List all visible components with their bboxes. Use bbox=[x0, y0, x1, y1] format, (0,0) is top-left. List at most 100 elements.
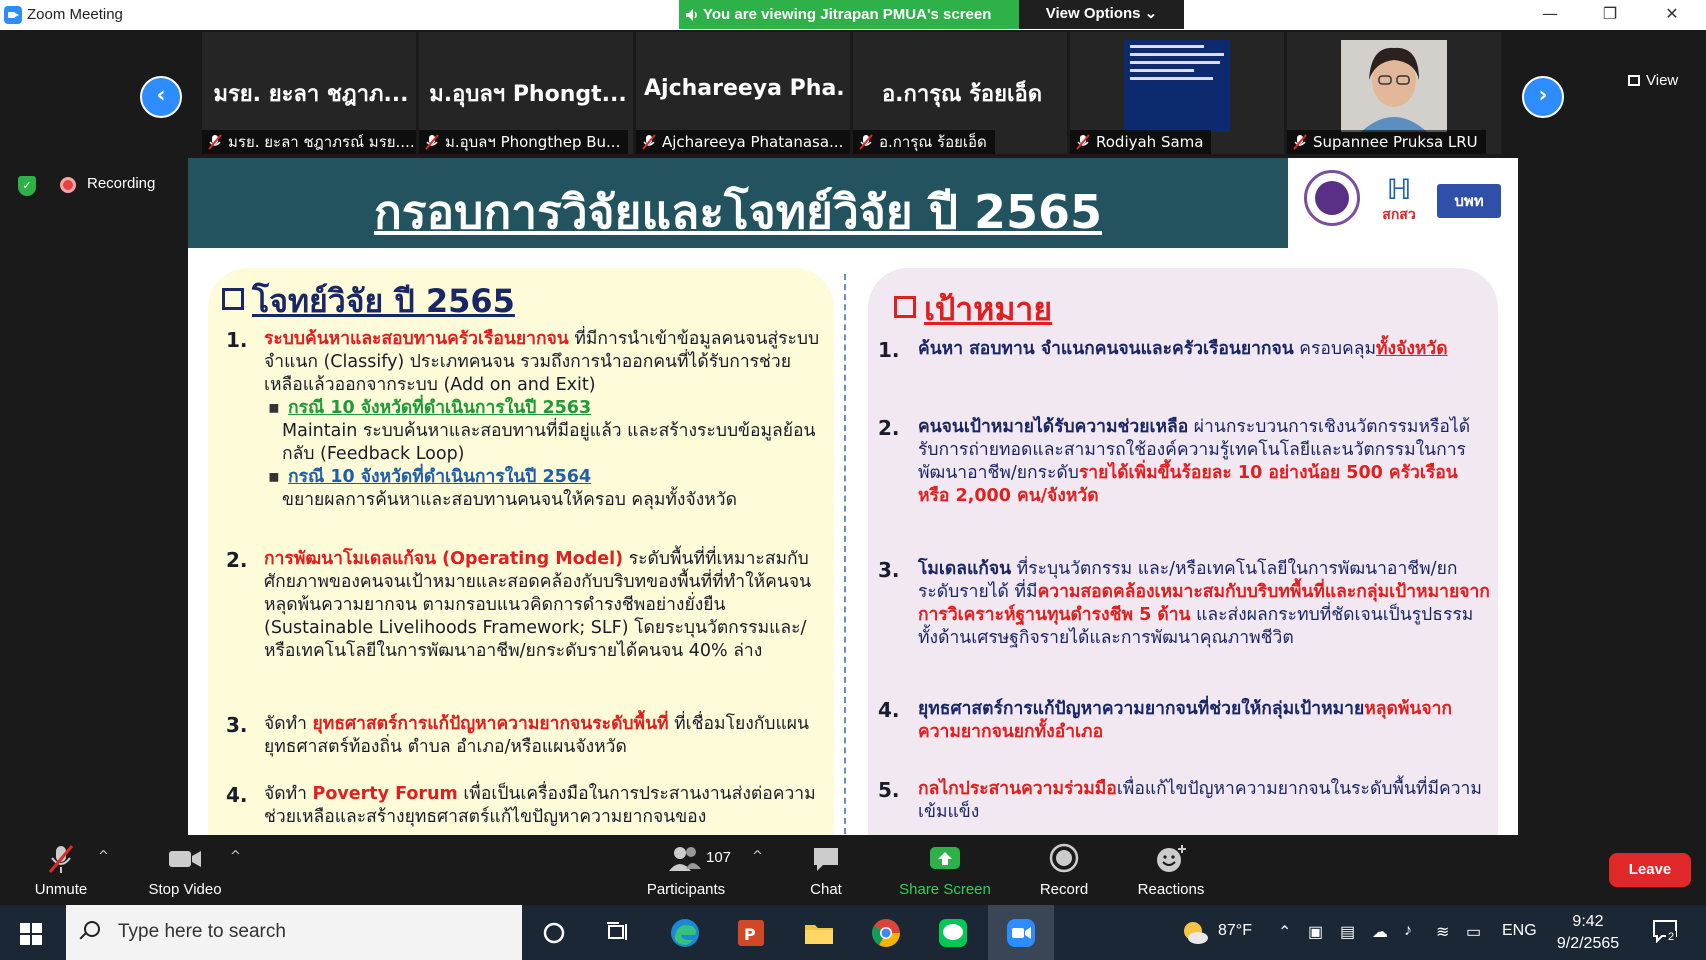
next-page-button[interactable]: › bbox=[1522, 76, 1564, 118]
unmute-button[interactable]: Unmute bbox=[28, 843, 94, 898]
record-button[interactable]: Record bbox=[1036, 843, 1092, 898]
video-camera-icon bbox=[142, 843, 228, 875]
view-options-button[interactable]: View Options ⌄ bbox=[1019, 0, 1184, 29]
search-placeholder: Type here to search bbox=[118, 921, 286, 942]
stop-video-button[interactable]: Stop Video bbox=[142, 843, 228, 898]
research-questions-heading: โจทย์วิจัย ปี 2565 bbox=[222, 276, 515, 327]
participant-tile[interactable]: Supannee Pruksa LRU bbox=[1287, 32, 1501, 154]
title-bar: Zoom Meeting You are viewing Jitrapan PM… bbox=[0, 0, 1706, 30]
powerpoint-icon[interactable]: P bbox=[734, 916, 768, 950]
notifications-icon[interactable]: 2 bbox=[1652, 919, 1678, 948]
tray-app-icon[interactable]: ▤ bbox=[1340, 922, 1355, 942]
participant-caption-text: Ajchareeya Phatanasa... bbox=[662, 133, 844, 151]
participant-tile[interactable]: มรย. ยะลา ชฎาภ... มรย. ยะลา ชฎาภรณ์ มรย.… bbox=[202, 32, 416, 154]
search-icon bbox=[84, 921, 100, 937]
leave-meeting-button[interactable]: Leave bbox=[1609, 853, 1691, 887]
participant-caption: อ.การุณ ร้อยเอ็ด bbox=[853, 130, 995, 154]
slide-title: กรอบการวิจัยและโจทย์วิจัย ปี 2565 bbox=[374, 185, 1102, 239]
windows-taskbar: Type here to search P 87°F ⌃ ▣ ▤ ☁ ♪ ≋ ▭… bbox=[0, 905, 1706, 960]
panel-divider bbox=[844, 274, 846, 834]
input-language[interactable]: ENG bbox=[1502, 922, 1537, 940]
zoom-window: Zoom Meeting You are viewing Jitrapan PM… bbox=[0, 0, 1706, 960]
zoom-taskbar-button[interactable] bbox=[988, 905, 1054, 960]
participant-tile[interactable]: Ajchareeya Pha... Ajchareeya Phatanasa..… bbox=[636, 32, 850, 154]
participant-caption: ม.อุบลฯ Phongthep Bu... bbox=[419, 130, 629, 154]
participant-caption: Supannee Pruksa LRU bbox=[1287, 130, 1486, 154]
tray-overflow-chevron-icon[interactable]: ⌃ bbox=[1278, 922, 1291, 942]
volume-icon[interactable]: ♪ bbox=[1404, 922, 1412, 940]
edge-browser-icon[interactable] bbox=[668, 916, 702, 950]
wifi-icon[interactable]: ≋ bbox=[1436, 922, 1449, 942]
close-button[interactable]: ✕ bbox=[1642, 0, 1702, 30]
tsri-logo: ℍ สกสว bbox=[1378, 173, 1420, 226]
viewing-banner-text: You are viewing Jitrapan PMUA's screen bbox=[703, 6, 992, 23]
participants-icon: 107 bbox=[636, 843, 736, 875]
speaker-icon bbox=[686, 9, 697, 21]
participant-caption-text: อ.การุณ ร้อยเอ็ด bbox=[879, 133, 987, 151]
taskbar-search-box[interactable]: Type here to search bbox=[66, 905, 522, 960]
window-title: Zoom Meeting bbox=[27, 6, 123, 23]
chrome-icon[interactable] bbox=[869, 916, 903, 950]
slide-header: กรอบการวิจัยและโจทย์วิจัย ปี 2565 bbox=[188, 158, 1288, 248]
view-layout-button[interactable]: View bbox=[1628, 72, 1678, 89]
file-explorer-icon[interactable] bbox=[802, 916, 836, 950]
participant-tile[interactable]: อ.การุณ ร้อยเอ็ด อ.การุณ ร้อยเอ็ด bbox=[853, 32, 1067, 154]
previous-page-button[interactable]: ‹ bbox=[140, 76, 182, 118]
cortana-icon[interactable] bbox=[537, 916, 571, 950]
smiley-plus-icon bbox=[1134, 843, 1208, 875]
participants-button[interactable]: 107 Participants bbox=[636, 843, 736, 898]
participant-name: ม.อุบลฯ Phongt... bbox=[429, 82, 627, 107]
encryption-shield-icon[interactable]: ✓ bbox=[18, 176, 36, 196]
mic-muted-icon bbox=[28, 843, 94, 875]
task-view-icon[interactable] bbox=[601, 916, 635, 950]
mic-muted-icon bbox=[1293, 134, 1307, 150]
tray-device-icon[interactable]: ▣ bbox=[1308, 922, 1323, 942]
university-seal-logo bbox=[1304, 170, 1360, 226]
tsri-logo-mark: ℍ bbox=[1386, 173, 1412, 206]
participants-count: 107 bbox=[706, 849, 732, 866]
mic-muted-icon bbox=[642, 134, 656, 150]
zoom-icon bbox=[1007, 919, 1035, 947]
participant-strip: ‹ มรย. ยะลา ชฎาภ... มรย. ยะลา ชฎาภรณ์ มร… bbox=[0, 30, 1706, 158]
participant-caption: Rodiyah Sama bbox=[1070, 130, 1212, 154]
pmua-logo: บพท bbox=[1437, 184, 1501, 218]
participant-caption-text: Rodiyah Sama bbox=[1096, 133, 1204, 151]
clock-date: 9/2/2565 bbox=[1556, 935, 1620, 952]
svg-text:P: P bbox=[744, 925, 756, 944]
onedrive-cloud-icon[interactable]: ☁ bbox=[1372, 922, 1388, 942]
chat-bubble-icon bbox=[800, 843, 852, 875]
zoom-app-icon bbox=[4, 6, 22, 24]
recording-icon bbox=[60, 177, 76, 193]
view-label: View bbox=[1646, 72, 1679, 89]
checkbox-icon bbox=[222, 288, 244, 310]
audio-options-caret[interactable]: ^ bbox=[98, 849, 109, 864]
weather-icon[interactable] bbox=[1178, 916, 1212, 950]
windows-start-icon[interactable] bbox=[20, 923, 42, 945]
battery-icon[interactable]: ▭ bbox=[1466, 922, 1481, 942]
checkbox-icon bbox=[894, 296, 916, 318]
research-item-1: 1. ระบบค้นหาและสอบทานครัวเรือนยากจน ที่ม… bbox=[226, 328, 826, 518]
share-screen-icon bbox=[894, 843, 996, 875]
participant-caption-text: Supannee Pruksa LRU bbox=[1313, 133, 1478, 151]
tsri-logo-text: สกสว bbox=[1382, 207, 1416, 223]
participant-tile[interactable]: Rodiyah Sama bbox=[1070, 32, 1284, 154]
chat-button[interactable]: Chat bbox=[800, 843, 852, 898]
reactions-button[interactable]: Reactions bbox=[1134, 843, 1208, 898]
goals-heading: เป้าหมาย bbox=[894, 284, 1052, 335]
taskbar-clock[interactable]: 9:42 9/2/2565 bbox=[1556, 911, 1620, 955]
minimize-button[interactable]: — bbox=[1520, 0, 1580, 30]
video-options-caret[interactable]: ^ bbox=[230, 849, 241, 864]
participant-caption-text: มรย. ยะลา ชฎาภรณ์ มรย.... bbox=[228, 133, 415, 151]
participant-video-thumbnail bbox=[1341, 40, 1447, 132]
participant-name: Ajchareeya Pha... bbox=[644, 76, 846, 101]
weather-temperature[interactable]: 87°F bbox=[1218, 922, 1252, 940]
restore-button[interactable]: ❐ bbox=[1580, 0, 1640, 30]
share-screen-button[interactable]: Share Screen bbox=[894, 843, 996, 898]
line-app-icon[interactable] bbox=[936, 916, 970, 950]
participants-options-caret[interactable]: ^ bbox=[752, 849, 763, 864]
mic-muted-icon bbox=[425, 134, 439, 150]
mic-muted-icon bbox=[859, 134, 873, 150]
mic-muted-icon bbox=[208, 134, 222, 150]
participant-caption: มรย. ยะลา ชฎาภรณ์ มรย.... bbox=[202, 130, 416, 154]
participant-tile[interactable]: ม.อุบลฯ Phongt... ม.อุบลฯ Phongthep Bu..… bbox=[419, 32, 633, 154]
